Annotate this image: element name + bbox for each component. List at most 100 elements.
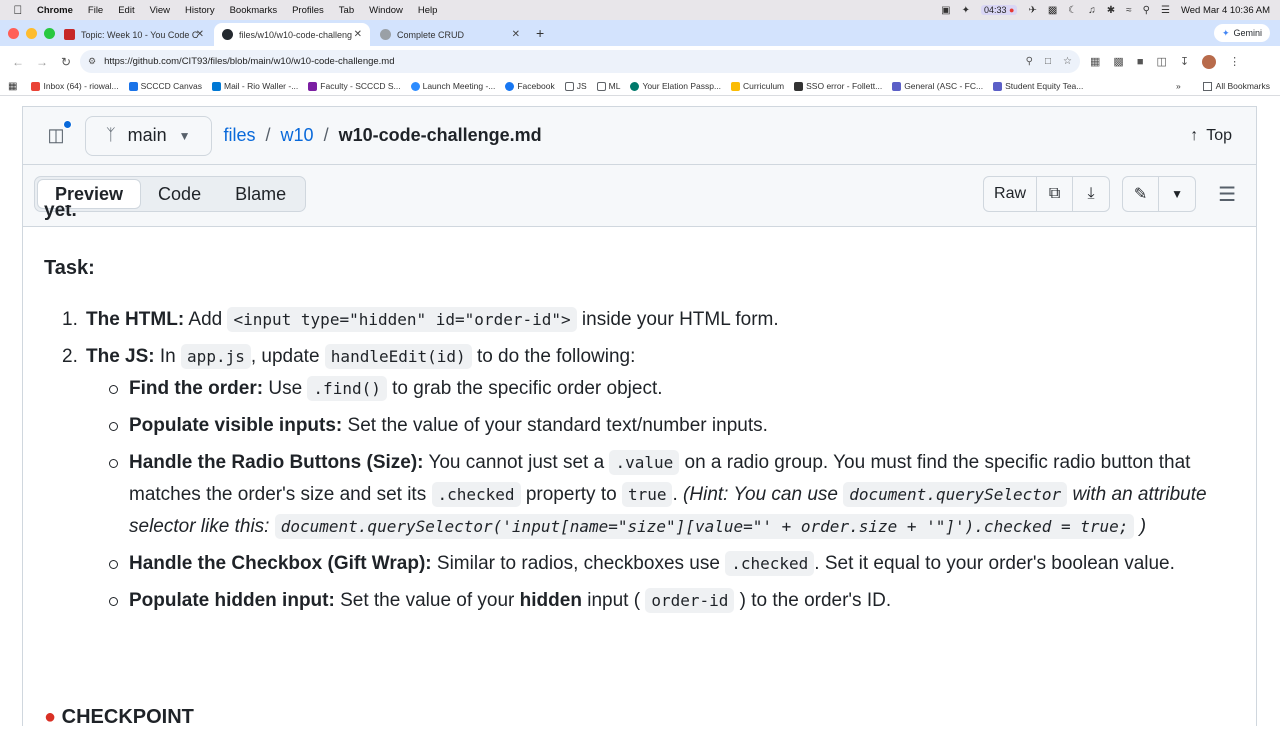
menu-view[interactable]: View <box>150 5 170 16</box>
menubar-datetime[interactable]: Wed Mar 4 10:36 AM <box>1181 5 1270 16</box>
toolbar-extensions: ▦ ▩ ■ ◫ ↧ ⋮ <box>1090 54 1240 69</box>
close-tab-icon[interactable]: ✕ <box>354 29 362 40</box>
bookmark-label: SCCCD Canvas <box>140 81 202 91</box>
breadcrumb-repo-link[interactable]: files <box>224 125 256 146</box>
tab-code[interactable]: Code <box>141 179 218 209</box>
menu-help[interactable]: Help <box>418 5 438 16</box>
menu-app[interactable]: Chrome <box>37 5 73 16</box>
bookmark-item[interactable]: Launch Meeting -... <box>410 81 495 91</box>
list-item: 2. The JS: In app.js, update handleEdit(… <box>62 341 1222 373</box>
window-controls <box>8 28 55 39</box>
minimize-window-icon[interactable] <box>26 28 37 39</box>
profile-avatar[interactable] <box>1202 54 1217 69</box>
bookmark-item[interactable]: SSO error - Follett... <box>794 81 882 91</box>
extension-icon[interactable]: ▦ <box>1090 55 1100 68</box>
gemini-label: Gemini <box>1233 28 1262 38</box>
extension-icon[interactable]: ▩ <box>1113 55 1123 68</box>
menu-profiles[interactable]: Profiles <box>292 5 324 16</box>
sidebar-toggle-button[interactable]: ◫ <box>43 119 72 149</box>
kebab-menu-icon[interactable]: ⋮ <box>1229 55 1240 68</box>
menu-window[interactable]: Window <box>369 5 403 16</box>
bluetooth-icon[interactable]: ✱ <box>1107 5 1115 16</box>
text: . Set it equal to your order's boolean v… <box>814 553 1175 574</box>
inline-code: .checked <box>725 551 815 576</box>
breadcrumb-dir-link[interactable]: w10 <box>281 125 314 146</box>
screen-record-icon[interactable]: ▣ <box>941 5 950 16</box>
bookmark-item[interactable]: SCCCD Canvas <box>128 81 202 91</box>
teams-icon <box>993 81 1003 91</box>
tab-complete-crud[interactable]: Complete CRUD ✕ <box>372 23 528 46</box>
clipped-text: yet. <box>44 205 77 221</box>
inline-code: .value <box>609 450 680 475</box>
address-bar[interactable]: ⚙ https://github.com/CIT93/files/blob/ma… <box>80 50 1080 73</box>
site-info-icon[interactable]: ⚙ <box>88 56 96 67</box>
elation-icon <box>630 81 640 91</box>
bookmark-label: JS <box>576 81 587 91</box>
url-text[interactable]: https://github.com/CIT93/files/blob/main… <box>104 56 394 67</box>
all-bookmarks[interactable]: » All Bookmarks <box>1176 81 1270 91</box>
inline-code: document.querySelector <box>843 482 1068 507</box>
download-icon[interactable]: ↧ <box>1180 55 1189 68</box>
pencil-icon[interactable]: ✎ <box>1123 177 1160 211</box>
bookmark-item[interactable]: Inbox (64) - riowal... <box>31 81 119 91</box>
gemini-button[interactable]: ✦ Gemini <box>1213 24 1270 42</box>
close-tab-icon[interactable]: ✕ <box>512 29 520 40</box>
battery-icon[interactable]: ▩ <box>1048 5 1057 16</box>
task-heading: Task: <box>44 257 95 279</box>
menu-history[interactable]: History <box>185 5 215 16</box>
close-tab-icon[interactable]: ✕ <box>196 29 204 40</box>
bookmark-folder[interactable]: JS <box>564 81 587 91</box>
menu-tab[interactable]: Tab <box>339 5 354 16</box>
apple-icon[interactable]:  <box>11 3 25 17</box>
bullet-label: Populate visible inputs: <box>129 415 343 436</box>
sparkle-icon[interactable]: ✦ <box>962 5 970 16</box>
side-panel-icon[interactable]: ◫ <box>1156 55 1166 68</box>
download-icon[interactable]: ⤓ <box>1073 177 1109 211</box>
new-tab-icon[interactable]: + <box>536 25 544 41</box>
zoom-icon[interactable]: ⚲ <box>1026 56 1033 67</box>
puzzle-icon[interactable]: ■ <box>1137 56 1144 68</box>
bookmark-item[interactable]: Student Equity Tea... <box>993 81 1083 91</box>
top-button[interactable]: ↑ Top <box>1190 127 1232 145</box>
search-icon[interactable]: ⚲ <box>1143 5 1150 16</box>
airplane-icon[interactable]: ✈ <box>1028 5 1036 16</box>
bookmark-star-icon[interactable]: ☆ <box>1063 56 1072 67</box>
tab-blame[interactable]: Blame <box>218 179 303 209</box>
close-window-icon[interactable] <box>8 28 19 39</box>
menu-edit[interactable]: Edit <box>118 5 134 16</box>
bookmark-item[interactable]: Curriculum <box>731 81 784 91</box>
caret-down-icon[interactable]: ▼ <box>1159 177 1195 211</box>
reload-icon[interactable]: ↻ <box>60 55 72 69</box>
bookmark-item[interactable]: Faculty - SCCCD S... <box>308 81 401 91</box>
file-actions: Raw ⧉ ⤓ ✎ ▼ ☰ <box>983 176 1236 212</box>
bookmark-item[interactable]: Facebook <box>505 81 555 91</box>
wifi-icon[interactable]: ≈ <box>1126 5 1132 16</box>
menu-file[interactable]: File <box>88 5 103 16</box>
branch-selector[interactable]: ᛉ main ▼ <box>85 115 212 156</box>
back-icon[interactable]: ← <box>12 55 24 69</box>
text: ) to the order's ID. <box>739 590 892 611</box>
volume-icon[interactable]: ♫ <box>1088 5 1096 16</box>
forward-icon[interactable]: → <box>36 55 48 69</box>
install-icon[interactable]: □ <box>1045 56 1051 67</box>
moon-icon[interactable]: ☾ <box>1068 5 1077 16</box>
inline-code: <input type="hidden" id="order-id"> <box>227 307 577 332</box>
zoom-window-icon[interactable] <box>44 28 55 39</box>
tab-github-file[interactable]: files/w10/w10-code-challeng ✕ <box>214 23 370 46</box>
bookmark-item[interactable]: Your Elation Passp... <box>630 81 721 91</box>
control-center-icon[interactable]: ☰ <box>1161 5 1170 16</box>
outline-list-icon[interactable]: ☰ <box>1218 182 1236 207</box>
copy-icon[interactable]: ⧉ <box>1037 177 1074 211</box>
menu-bookmarks[interactable]: Bookmarks <box>230 5 278 16</box>
github-favicon-icon <box>222 29 233 40</box>
notification-dot <box>63 119 72 129</box>
tab-canvas-topic[interactable]: Topic: Week 10 - You Code C ✕ <box>56 23 212 46</box>
bookmark-item[interactable]: Mail - Rio Waller -... <box>211 81 298 91</box>
chevron-right-double-icon[interactable]: » <box>1176 81 1181 91</box>
apps-grid-icon[interactable]: ▦ <box>8 81 17 92</box>
raw-button[interactable]: Raw <box>984 177 1038 211</box>
bookmark-item[interactable]: General (ASC - FC... <box>892 81 983 91</box>
bookmark-folder[interactable]: ML <box>596 81 620 91</box>
timer-badge[interactable]: 04:33 ● <box>980 5 1018 15</box>
text: (Hint: You can use <box>683 484 838 505</box>
